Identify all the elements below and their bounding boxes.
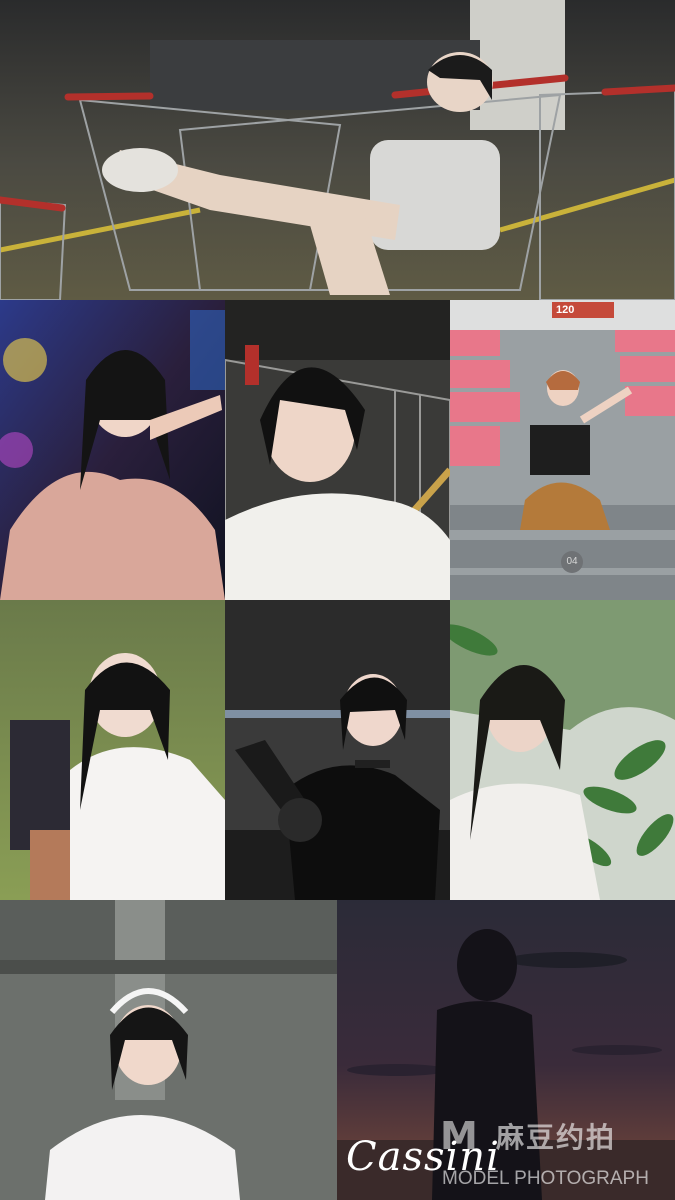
photo-white-tee-cart xyxy=(225,300,450,600)
brand-name-en: MODEL PHOTOGRAPH xyxy=(442,1168,649,1189)
photo-black-top-prop xyxy=(225,600,450,900)
photo-arcade-pink-top xyxy=(0,300,225,600)
step-number-marker: 04 xyxy=(561,551,583,573)
brand-watermark: M 麻豆约拍 MODEL PHOTOGRAPH xyxy=(440,1114,668,1194)
photo-collage: 120 04 Cassini M 麻豆约拍 MODEL PHOTOGRAPH xyxy=(0,0,675,1200)
photo-white-blouse-lawn xyxy=(0,600,225,900)
photo-white-tee-headband xyxy=(0,900,337,1200)
photo-cart-recline xyxy=(0,0,675,300)
brand-name-cn: 麻豆约拍 xyxy=(496,1121,617,1154)
stand-sign: 120 xyxy=(552,302,614,318)
photo-green-leaves xyxy=(450,600,675,900)
brand-logo-mark: M xyxy=(440,1114,478,1158)
